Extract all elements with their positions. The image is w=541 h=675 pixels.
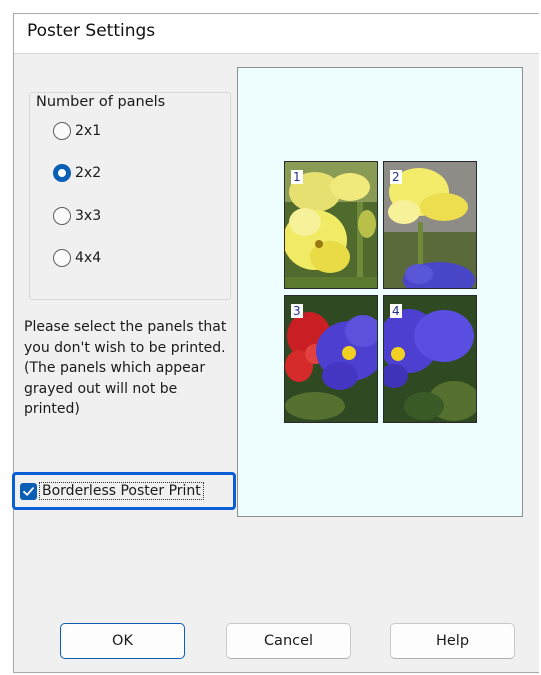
radio-4x4[interactable]: 4x4 [53, 247, 101, 269]
dialog-title: Poster Settings [27, 21, 156, 41]
radio-3x3-circle[interactable] [53, 207, 71, 225]
ok-button[interactable]: OK [60, 623, 185, 659]
radio-2x1-label[interactable]: 2x1 [75, 123, 101, 139]
poster-preview: 1 2 3 4 [237, 67, 523, 517]
radio-3x3-label[interactable]: 3x3 [75, 208, 101, 224]
radio-2x1[interactable]: 2x1 [53, 120, 101, 142]
panel-number: 2 [390, 170, 402, 184]
panel-number: 4 [390, 304, 402, 318]
help-button[interactable]: Help [390, 623, 515, 659]
poster-settings-dialog: Poster Settings Number of panels 2x1 2x2… [12, 13, 539, 673]
preview-panel-2[interactable]: 2 [383, 161, 477, 289]
radio-2x2[interactable]: 2x2 [53, 162, 101, 184]
radio-2x2-circle[interactable] [53, 164, 71, 182]
checkmark-icon [23, 486, 34, 496]
radio-2x2-label[interactable]: 2x2 [75, 165, 101, 181]
radio-4x4-circle[interactable] [53, 249, 71, 267]
borderless-poster-checkbox[interactable]: Borderless Poster Print [20, 482, 204, 500]
cancel-button[interactable]: Cancel [226, 623, 351, 659]
panel-number: 1 [291, 170, 303, 184]
preview-panel-4[interactable]: 4 [383, 295, 477, 423]
checkbox-box[interactable] [20, 482, 37, 500]
panels-group-legend: Number of panels [30, 94, 172, 110]
preview-panel-3[interactable]: 3 [284, 295, 378, 423]
borderless-poster-label[interactable]: Borderless Poster Print [39, 482, 204, 500]
instruction-text: Please select the panels that you don't … [24, 319, 227, 417]
radio-3x3[interactable]: 3x3 [53, 205, 101, 227]
dialog-titlebar: Poster Settings [14, 14, 539, 54]
radio-4x4-label[interactable]: 4x4 [75, 250, 101, 266]
panel-number: 3 [291, 304, 303, 318]
preview-panel-1[interactable]: 1 [284, 161, 378, 289]
radio-2x1-circle[interactable] [53, 122, 71, 140]
